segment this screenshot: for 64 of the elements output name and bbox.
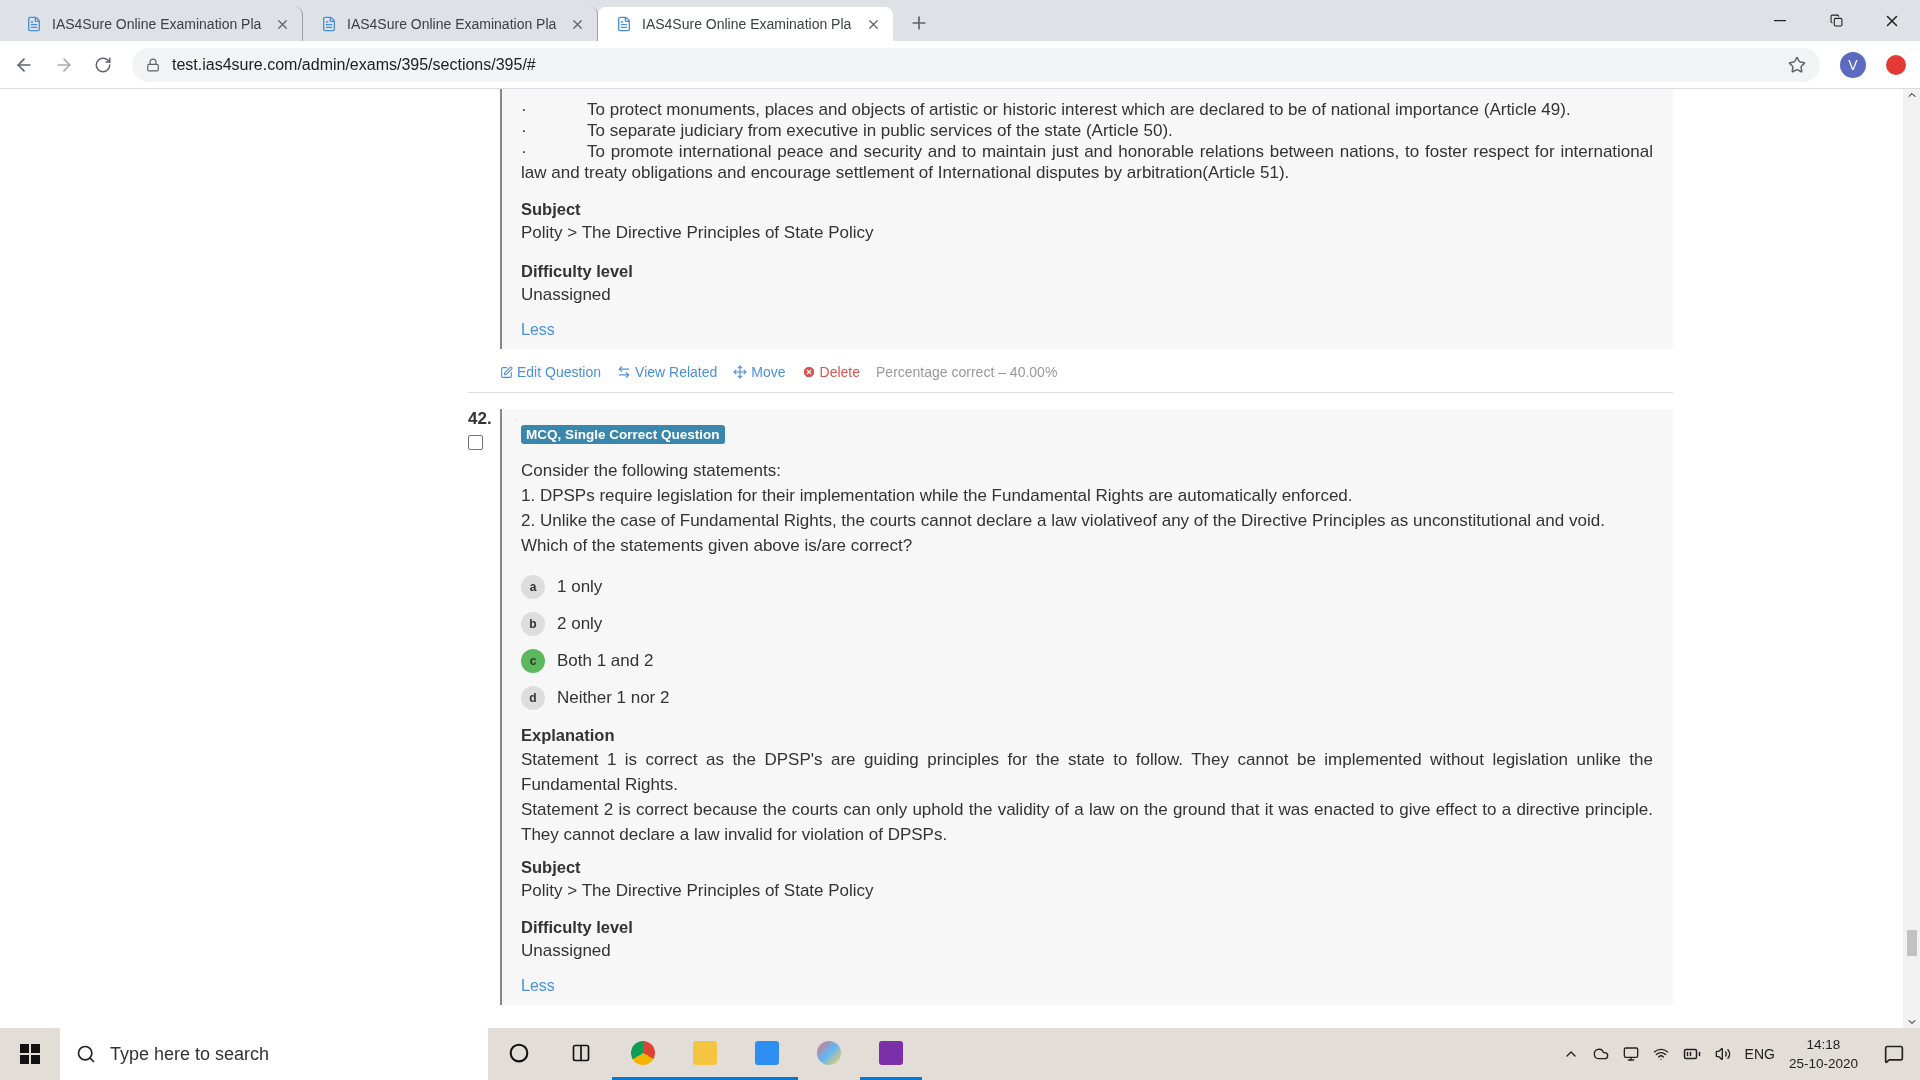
question-number: 42. <box>468 409 493 429</box>
option-letter: d <box>521 686 545 710</box>
subject-text: Polity > The Directive Principles of State Policy <box>521 880 875 902</box>
explanation-text: Statement 1 is correct as the DPSP's are guiding principles for the state to follow. They cannot be implemented without legislation unlike the Fundamental Rights. <box>521 749 1653 796</box>
tab-title: IAS4Sure Online Examination Pla <box>52 16 263 32</box>
option-text: 2 only <box>557 613 603 635</box>
question-type-badge: MCQ, Single Correct Question <box>521 425 725 444</box>
tab-title: IAS4Sure Online Examination Pla <box>642 16 853 32</box>
page-icon <box>26 16 42 32</box>
option-letter: b <box>521 612 545 636</box>
difficulty-text: Unassigned <box>521 284 612 306</box>
browser-tab[interactable]: IAS4Sure Online Examination Pla <box>598 7 893 41</box>
circle-icon <box>509 1042 529 1063</box>
extension-icon[interactable] <box>1886 54 1906 75</box>
address-bar[interactable]: test.ias4sure.com/admin/exams/395/sections/395/# <box>132 47 1820 82</box>
action-link[interactable]: Delete <box>801 364 860 380</box>
restore-icon <box>1829 14 1843 27</box>
star-icon[interactable] <box>1788 55 1806 74</box>
question-text: Consider the following statements: <box>521 460 782 482</box>
reload-button[interactable] <box>94 55 112 74</box>
wifi-icon[interactable] <box>1652 1046 1669 1062</box>
taskbar-search-field[interactable]: Type here to search <box>60 1028 488 1080</box>
section-label: Difficulty level <box>521 261 634 282</box>
profile-avatar[interactable]: V <box>1840 51 1866 78</box>
section-label: Subject <box>521 199 582 220</box>
monitor-icon[interactable] <box>1622 1046 1639 1062</box>
page-icon <box>321 16 337 32</box>
windows-icon <box>20 1044 40 1064</box>
bullet-text: · To protect monuments, places and objects of artistic or historic interest which are declared to be of national importance (Article 49). <box>521 99 1572 120</box>
option-letter: a <box>521 575 545 599</box>
question-text: 1. DPSPs require legislation for their implementation while the Fundamental Rights are automatically enforced. <box>521 485 1354 507</box>
option-text: Neither 1 nor 2 <box>557 687 670 709</box>
option-text: Both 1 and 2 <box>557 650 654 672</box>
close-circle-icon <box>801 365 816 379</box>
percentage-text: Percentage correct – 40.00% <box>876 364 1058 380</box>
question-text: Which of the statements given above is/are correct? <box>521 535 914 557</box>
question-text: 2. Unlike the case of Fundamental Rights, the courts cannot declare a law violativeof any of the Directive Principles as unconstitutional and void. <box>521 510 1606 532</box>
option-text: 1 only <box>557 576 603 598</box>
explanation-text: Statement 2 is correct because the courts can only uphold the validity of a law on the ground that it was enacted to give effect to a directive principle. They cannot declare a law invalid for violation of DPSPs. <box>521 799 1653 846</box>
scroll-thumb[interactable] <box>1906 930 1917 956</box>
tab-title: IAS4Sure Online Examination Pla <box>347 16 558 32</box>
move-arrows-icon <box>733 365 748 379</box>
lock-icon <box>146 57 160 72</box>
select-checkbox[interactable] <box>468 435 483 450</box>
swap-arrows-icon <box>617 365 632 379</box>
section-label: Subject <box>521 857 582 878</box>
page-icon <box>616 16 632 32</box>
volume-icon[interactable] <box>1714 1046 1731 1062</box>
task-view-icon <box>571 1042 591 1063</box>
minimize-icon <box>1774 19 1786 22</box>
search-icon <box>76 1044 96 1064</box>
difficulty-text: Unassigned <box>521 940 612 962</box>
bullet-text: · To promote international peace and security and to maintain just and honorable relations between nations, to foster respect for international law and treaty obligations and encourage settlement of International disputes by arbitration(Article 51). <box>521 141 1653 183</box>
cloud-icon[interactable] <box>1592 1046 1609 1062</box>
language-indicator[interactable]: ENG <box>1744 1046 1775 1062</box>
notifications-icon[interactable] <box>1884 1044 1904 1064</box>
option-letter: c <box>521 649 545 673</box>
bullet-text: · To separate judiciary from executive in public services of the state (Article 50). <box>521 120 1174 141</box>
edit-icon <box>500 365 513 379</box>
section-label: Explanation <box>521 725 616 746</box>
section-label: Difficulty level <box>521 917 634 938</box>
url-text: test.ias4sure.com/admin/exams/395/sections/395/# <box>172 55 536 74</box>
subject-text: Polity > The Directive Principles of State Policy <box>521 222 875 244</box>
clock[interactable]: 14:18 25-10-2020 <box>1788 1035 1858 1073</box>
